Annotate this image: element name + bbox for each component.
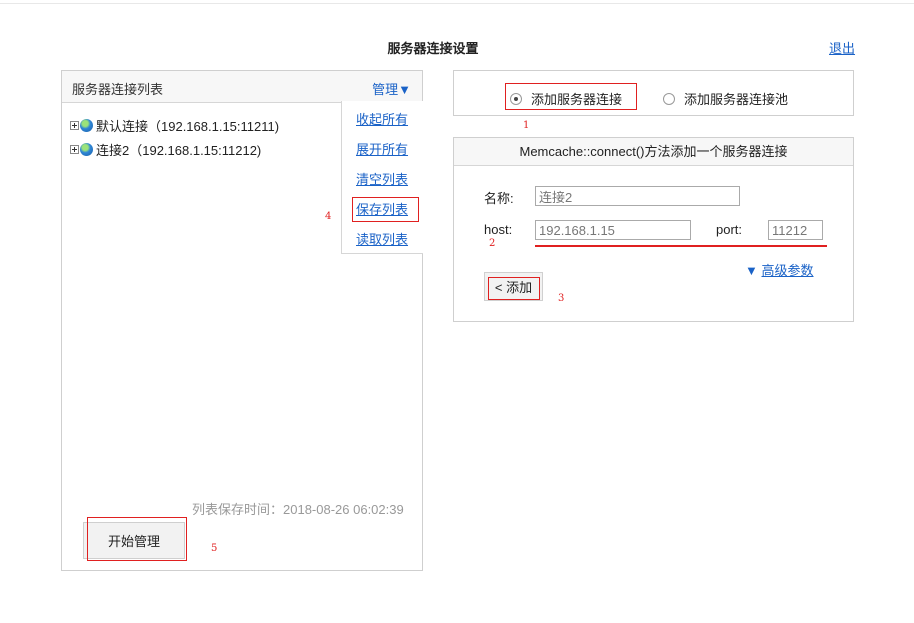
- expand-icon[interactable]: [70, 120, 79, 130]
- annotation-number-3: 3: [558, 293, 565, 304]
- port-input[interactable]: [768, 220, 823, 240]
- expand-icon[interactable]: [70, 144, 79, 154]
- manage-dropdown[interactable]: 管理▼: [372, 79, 411, 98]
- radio-add-connection-pool[interactable]: 添加服务器连接池: [663, 89, 788, 108]
- radio-label: 添加服务器连接池: [684, 92, 789, 107]
- annotation-underline-2: [535, 245, 827, 247]
- connection-list-title: 服务器连接列表: [72, 82, 164, 97]
- annotation-number-2: 2: [489, 238, 496, 249]
- menu-item-save-list[interactable]: 保存列表: [356, 199, 408, 218]
- connection-type-panel: 添加服务器连接 添加服务器连接池: [453, 70, 854, 116]
- top-edge-divider: [0, 0, 914, 4]
- globe-icon: [80, 118, 93, 132]
- add-button[interactable]: < 添加: [484, 272, 543, 301]
- manage-menu: 收起所有 展开所有 清空列表 保存列表 读取列表: [341, 101, 423, 254]
- connection-list-header: 服务器连接列表 管理▼: [62, 71, 422, 103]
- host-input[interactable]: [535, 220, 691, 240]
- radio-add-server-connection[interactable]: 添加服务器连接: [510, 89, 622, 108]
- tree-node-label: 连接2（192.168.1.15:11212): [96, 142, 262, 158]
- advanced-params-label: 高级参数: [761, 263, 814, 278]
- globe-icon: [80, 142, 93, 156]
- start-manage-button[interactable]: 开始管理: [83, 522, 185, 559]
- tree-node-connection-2[interactable]: 连接2（192.168.1.15:11212): [70, 140, 261, 158]
- exit-link[interactable]: 退出: [829, 38, 855, 57]
- name-label: 名称:: [484, 191, 514, 206]
- list-save-time: 列表保存时间：2018-08-26 06:02:39: [192, 502, 404, 517]
- annotation-number-4: 4: [325, 211, 332, 222]
- host-label: host:: [484, 222, 513, 237]
- radio-unselected-icon[interactable]: [663, 92, 675, 105]
- form-header: Memcache::connect()方法添加一个服务器连接: [454, 138, 853, 166]
- triangle-down-icon: ▼: [745, 263, 758, 278]
- menu-item-expand-all[interactable]: 展开所有: [356, 139, 408, 158]
- name-input[interactable]: [535, 186, 740, 206]
- menu-item-clear-list[interactable]: 清空列表: [356, 169, 408, 188]
- tree-node-label: 默认连接（192.168.1.15:11211): [96, 118, 280, 134]
- annotation-number-5: 5: [211, 543, 218, 554]
- port-label: port:: [716, 222, 743, 237]
- menu-item-load-list[interactable]: 读取列表: [356, 229, 408, 248]
- menu-item-collapse-all[interactable]: 收起所有: [356, 109, 408, 128]
- annotation-number-1: 1: [523, 120, 530, 131]
- advanced-params-link[interactable]: ▼ 高级参数: [745, 260, 814, 279]
- tree-node-default-connection[interactable]: 默认连接（192.168.1.15:11211): [70, 116, 279, 134]
- page-title: 服务器连接设置: [387, 41, 479, 56]
- radio-selected-icon[interactable]: [510, 92, 522, 105]
- radio-label: 添加服务器连接: [531, 92, 623, 107]
